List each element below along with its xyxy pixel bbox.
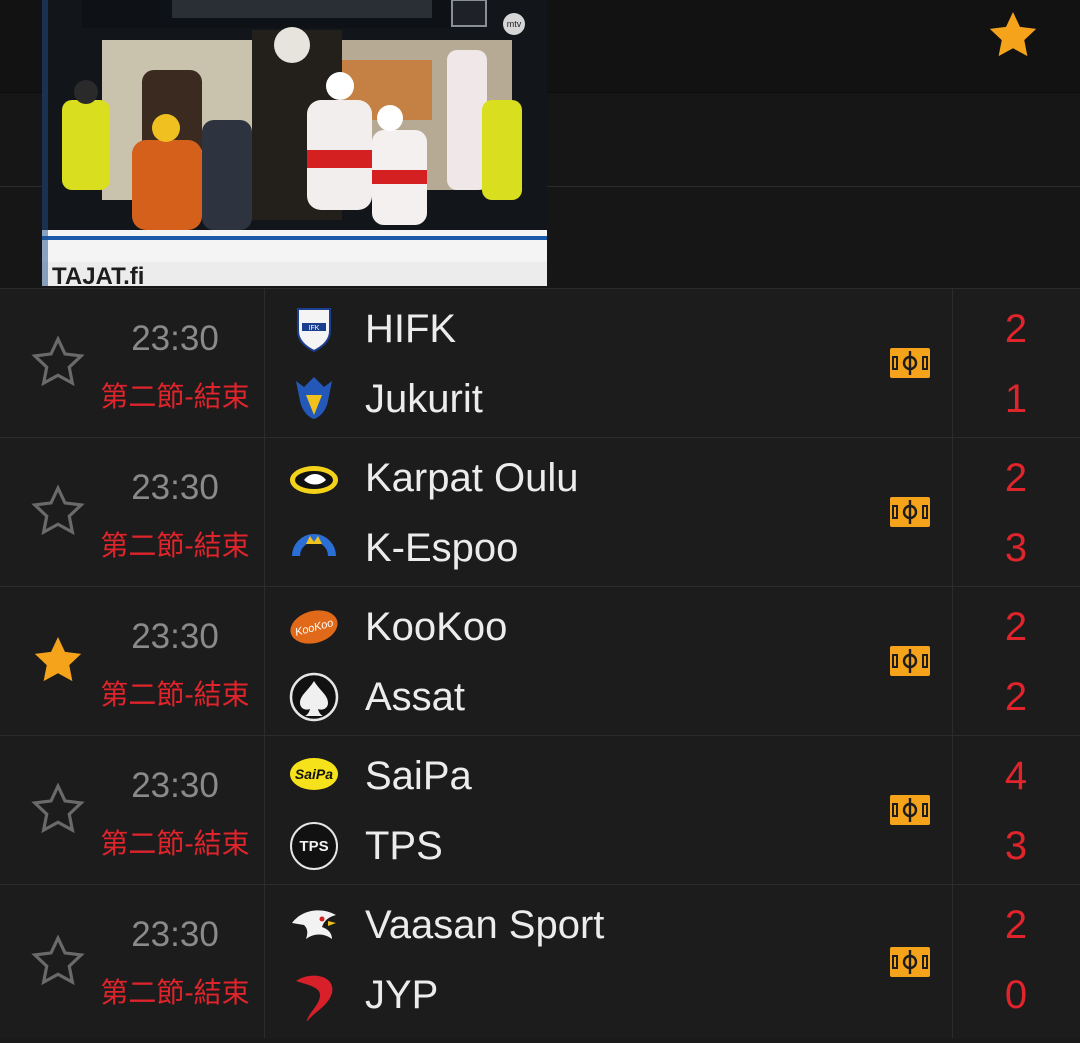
star-outline-icon[interactable] [31,933,85,988]
match-status: 第二節-結束 [100,381,250,412]
away-score: 3 [1004,824,1028,868]
divider [264,736,265,884]
field-icon[interactable] [890,646,930,676]
away-score: 3 [1004,526,1028,570]
match-status: 第二節-結束 [100,530,250,561]
away-team: K-Espoo [288,520,888,580]
assat-logo-icon [289,672,339,722]
match-list: 23:30 第二節-結束 IFK HIFK Jukurit 2 1 23:30 … [0,288,1080,1038]
match-status: 第二節-結束 [100,977,250,1008]
away-score: 2 [1004,675,1028,719]
away-score: 1 [1004,377,1028,421]
k-espoo-logo-icon [292,534,336,557]
away-team-name: K-Espoo [365,526,519,570]
match-status: 第二節-結束 [100,828,250,859]
home-score: 4 [1004,754,1028,798]
star-filled-icon[interactable] [31,633,85,687]
field-icon[interactable] [890,795,930,825]
home-team-name: KooKoo [365,605,508,649]
match-row[interactable]: 23:30 第二節-結束 Karpat Oulu K-Espoo 2 3 [0,437,1080,586]
home-team-name: Vaasan Sport [365,903,605,947]
match-time: 23:30 [131,617,219,656]
match-row[interactable]: 23:30 第二節-結束 KooKoo KooKoo Assat 2 2 [0,586,1080,735]
home-team-name: HIFK [365,307,457,351]
home-score: 2 [1004,605,1028,649]
away-team-name: Jukurit [365,377,483,421]
svg-text:SaiPa: SaiPa [295,766,333,782]
favorite-toggle[interactable] [0,885,115,1038]
home-team: Karpat Oulu [288,450,888,510]
away-team: TPS TPS [288,818,888,878]
tps-logo-icon: TPS [290,822,338,870]
home-team: IFK HIFK [288,301,888,361]
divider [952,736,953,884]
svg-text:TPS: TPS [299,838,328,855]
karpat-logo-icon [290,466,338,494]
home-team-name: Karpat Oulu [365,456,579,500]
field-icon[interactable] [890,946,930,977]
match-time: 23:30 [131,468,219,507]
match-time: 23:30 [131,915,219,954]
match-row[interactable]: 23:30 第二節-結束 SaiPa SaiPa TPS TPS 4 3 [0,735,1080,884]
field-icon[interactable] [890,497,930,527]
hifk-logo-icon: IFK [297,308,331,353]
match-time: 23:30 [131,766,219,805]
away-team-name: Assat [365,675,466,719]
match-row[interactable]: 23:30 第二節-結束 Vaasan Sport JYP 2 0 [0,884,1080,1038]
home-score: 2 [1004,903,1028,947]
home-team: Vaasan Sport [288,897,888,957]
svg-text:IFK: IFK [309,325,320,332]
divider [952,438,953,586]
match-time: 23:30 [131,319,219,358]
home-team-name: SaiPa [365,754,472,798]
jyp-logo-icon [296,975,333,1021]
home-team: KooKoo KooKoo [288,599,888,659]
divider [264,289,265,437]
star-outline-icon[interactable] [31,335,85,389]
match-row[interactable]: 23:30 第二節-結束 IFK HIFK Jukurit 2 1 [0,288,1080,437]
away-team: Jukurit [288,371,888,431]
home-score: 2 [1004,456,1028,500]
vaasan-sport-logo-icon [292,910,336,939]
match-status: 第二節-結束 [100,679,250,710]
kookoo-logo-icon: KooKoo [290,610,338,644]
away-team-name: JYP [365,973,439,1017]
star-outline-icon[interactable] [31,782,85,836]
divider [264,438,265,586]
saipa-logo-icon: SaiPa [290,758,338,790]
live-video-player[interactable]: TAJAT.fi mtv [42,0,547,286]
away-team: JYP [288,967,888,1027]
divider [264,587,265,735]
divider [264,885,265,1038]
home-team: SaiPa SaiPa [288,748,888,808]
away-team: Assat [288,669,888,729]
away-score: 0 [1004,973,1028,1017]
field-icon[interactable] [890,348,930,378]
star-filled-icon[interactable] [986,8,1040,62]
divider [952,587,953,735]
star-outline-icon[interactable] [31,484,85,538]
home-score: 2 [1004,307,1028,351]
svg-text:TAJAT.fi: TAJAT.fi [52,263,144,286]
channel-badge: mtv [507,19,522,29]
divider [952,289,953,437]
jukurit-logo-icon [296,377,332,419]
divider [952,885,953,1038]
away-team-name: TPS [365,824,443,868]
